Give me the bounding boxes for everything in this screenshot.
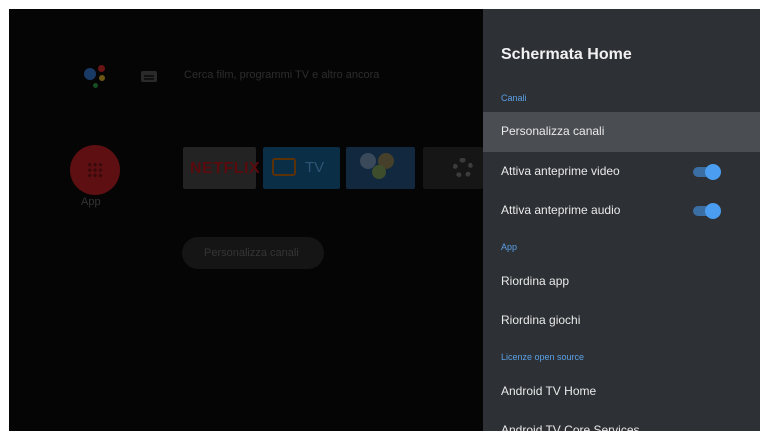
menu-item-video-previews[interactable]: Attiva anteprime video: [483, 152, 760, 192]
netflix-logo: NETFLIX: [190, 160, 261, 177]
tv-screen: Cerca film, programmi TV e altro ancora …: [9, 9, 760, 431]
netflix-app-tile[interactable]: NETFLIX: [183, 147, 260, 189]
gear-icon: [453, 158, 473, 178]
video-previews-toggle[interactable]: [693, 164, 721, 180]
tv-label: TV: [305, 159, 325, 176]
menu-item-reorder-apps[interactable]: Riordina app: [483, 262, 760, 302]
customize-channels-button-label: Personalizza canali: [204, 247, 299, 259]
menu-item-label: Attiva anteprime video: [501, 164, 620, 178]
section-header-apps: App: [501, 242, 518, 252]
panel-title: Schermata Home: [501, 46, 632, 63]
section-header-channels: Canali: [501, 93, 527, 103]
games-app-tile[interactable]: [346, 147, 415, 189]
menu-item-audio-previews[interactable]: Attiva anteprime audio: [483, 191, 760, 231]
customize-channels-button[interactable]: Personalizza canali: [182, 237, 324, 269]
section-header-licenses: Licenze open source: [501, 352, 585, 362]
menu-item-label: Android TV Home: [501, 384, 597, 398]
home-screen-settings-panel: Schermata Home Canali Personalizza canal…: [483, 9, 760, 431]
menu-item-label: Personalizza canali: [501, 124, 605, 138]
google-assistant-icon[interactable]: [81, 61, 111, 91]
live-tv-app-tile[interactable]: TV: [263, 147, 340, 189]
search-input[interactable]: Cerca film, programmi TV e altro ancora: [184, 69, 379, 81]
settings-app-tile[interactable]: [423, 147, 483, 189]
menu-item-label: Android TV Core Services: [501, 423, 640, 431]
apps-button[interactable]: [70, 145, 120, 195]
menu-item-reorder-games[interactable]: Riordina giochi: [483, 301, 760, 341]
apps-grid-icon: [87, 162, 103, 178]
keyboard-icon[interactable]: [141, 71, 157, 82]
menu-item-label: Riordina giochi: [501, 313, 581, 327]
menu-item-label: Attiva anteprime audio: [501, 203, 621, 217]
tv-icon: [272, 158, 296, 176]
home-screen-background: Cerca film, programmi TV e altro ancora …: [9, 9, 483, 431]
menu-item-android-tv-core-services[interactable]: Android TV Core Services: [483, 411, 760, 431]
toggle-thumb: [705, 164, 721, 180]
menu-item-label: Riordina app: [501, 274, 570, 288]
audio-previews-toggle[interactable]: [693, 203, 721, 219]
menu-item-customize-channels[interactable]: Personalizza canali: [483, 112, 760, 152]
apps-label: App: [81, 196, 101, 208]
toggle-thumb: [705, 203, 721, 219]
menu-item-android-tv-home[interactable]: Android TV Home: [483, 372, 760, 412]
